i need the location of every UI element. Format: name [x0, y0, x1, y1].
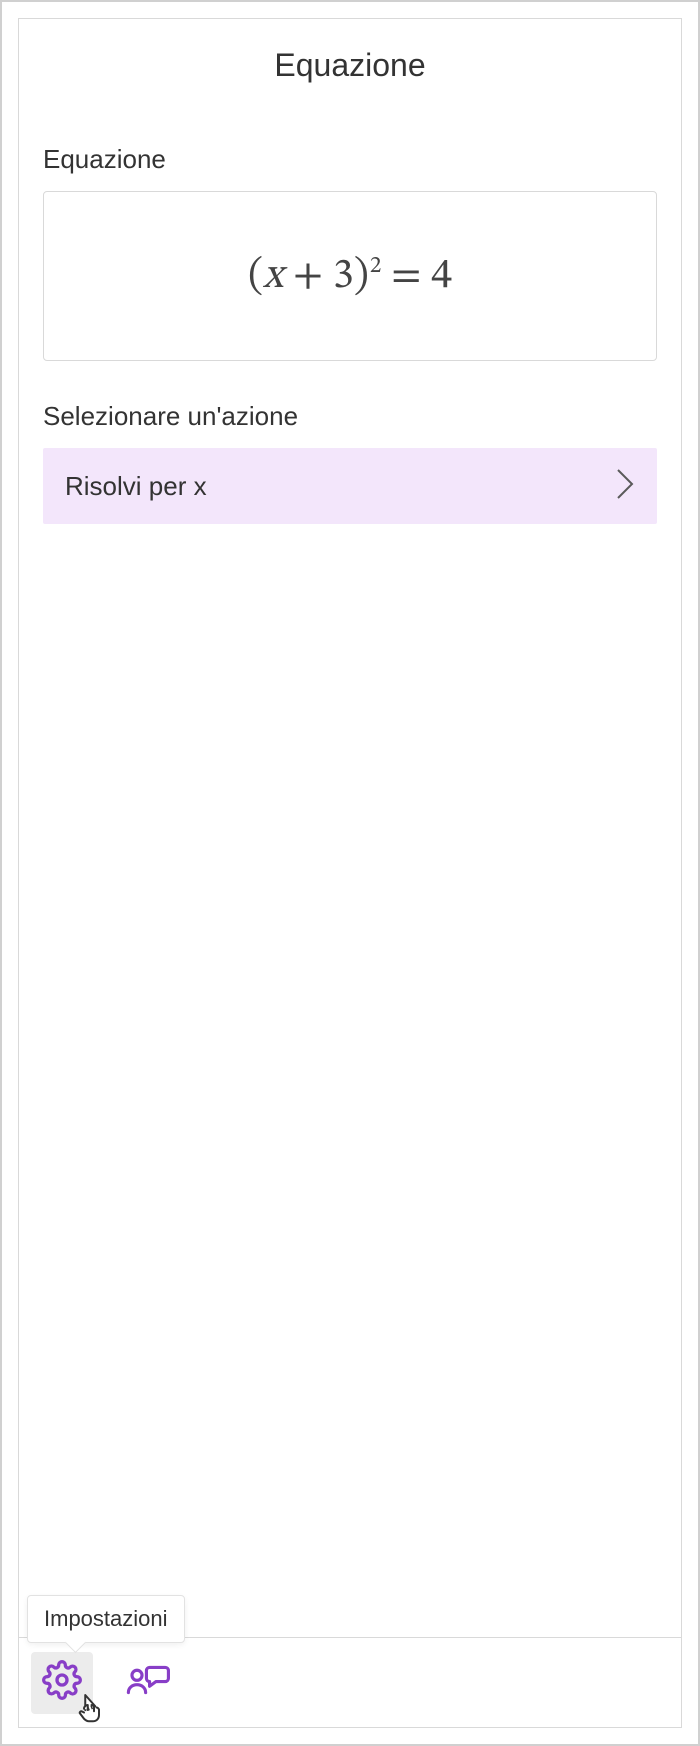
panel-inner: Equazione Equazione (x + 3)2 = 4 Selezio…: [18, 18, 682, 1728]
settings-tooltip: Impostazioni: [27, 1595, 185, 1643]
footer-bar: Impostazioni: [19, 1637, 681, 1727]
solve-for-x-action[interactable]: Risolvi per x: [43, 448, 657, 524]
action-section-label: Selezionare un'azione: [43, 401, 657, 432]
settings-button[interactable]: [31, 1652, 93, 1714]
equation-text: (x + 3)2 = 4: [248, 250, 452, 303]
panel-title: Equazione: [43, 47, 657, 84]
equation-display[interactable]: (x + 3)2 = 4: [43, 191, 657, 361]
gear-icon: [42, 1660, 82, 1705]
action-label: Risolvi per x: [65, 471, 207, 502]
panel-content: Equazione Equazione (x + 3)2 = 4 Selezio…: [19, 19, 681, 1637]
people-chat-icon: [126, 1660, 170, 1705]
equation-section-label: Equazione: [43, 144, 657, 175]
chevron-right-icon: [615, 467, 635, 506]
panel-window: Equazione Equazione (x + 3)2 = 4 Selezio…: [0, 0, 700, 1746]
feedback-button[interactable]: [117, 1652, 179, 1714]
